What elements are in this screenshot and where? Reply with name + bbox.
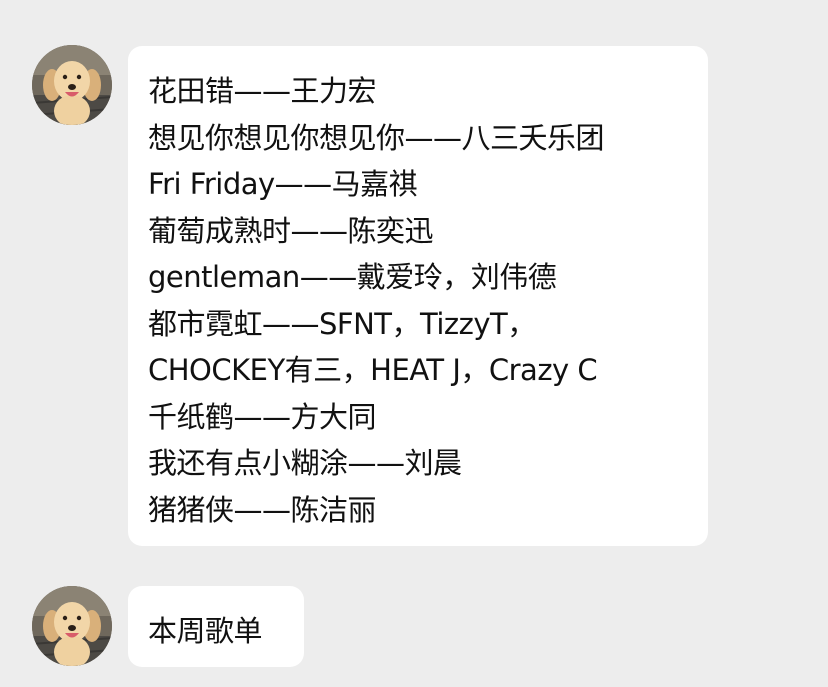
- message-text: 本周歌单: [148, 614, 263, 648]
- song-line: gentleman——戴爱玲，刘伟德: [148, 260, 557, 294]
- song-line: 想见你想见你想见你——八三夭乐团: [148, 120, 605, 155]
- song-line: 葡萄成熟时——陈奕迅: [148, 213, 434, 248]
- chat-message: 本周歌单: [0, 560, 828, 687]
- puppy-avatar-image: [32, 45, 112, 125]
- song-line: 猪猪侠——陈洁丽: [148, 492, 377, 527]
- message-bubble: 本周歌单: [128, 586, 304, 667]
- message-bubble: 花田错——王力宏 想见你想见你想见你——八三夭乐团 Fri Friday——马嘉…: [128, 46, 708, 546]
- avatar[interactable]: [32, 586, 112, 666]
- song-line: CHOCKEY有三，HEAT J，Crazy C: [148, 353, 598, 387]
- song-line: 花田错——王力宏: [148, 74, 377, 108]
- song-line: Fri Friday——马嘉祺: [148, 167, 418, 201]
- puppy-avatar-image: [32, 586, 112, 666]
- chat-message: 花田错——王力宏 想见你想见你想见你——八三夭乐团 Fri Friday——马嘉…: [0, 0, 828, 560]
- song-line: 我还有点小糊涂——刘晨: [148, 446, 462, 480]
- song-line: 都市霓虹——SFNT，TizzyT，: [148, 306, 536, 341]
- avatar[interactable]: [32, 45, 112, 125]
- song-line: 千纸鹤——方大同: [148, 399, 377, 434]
